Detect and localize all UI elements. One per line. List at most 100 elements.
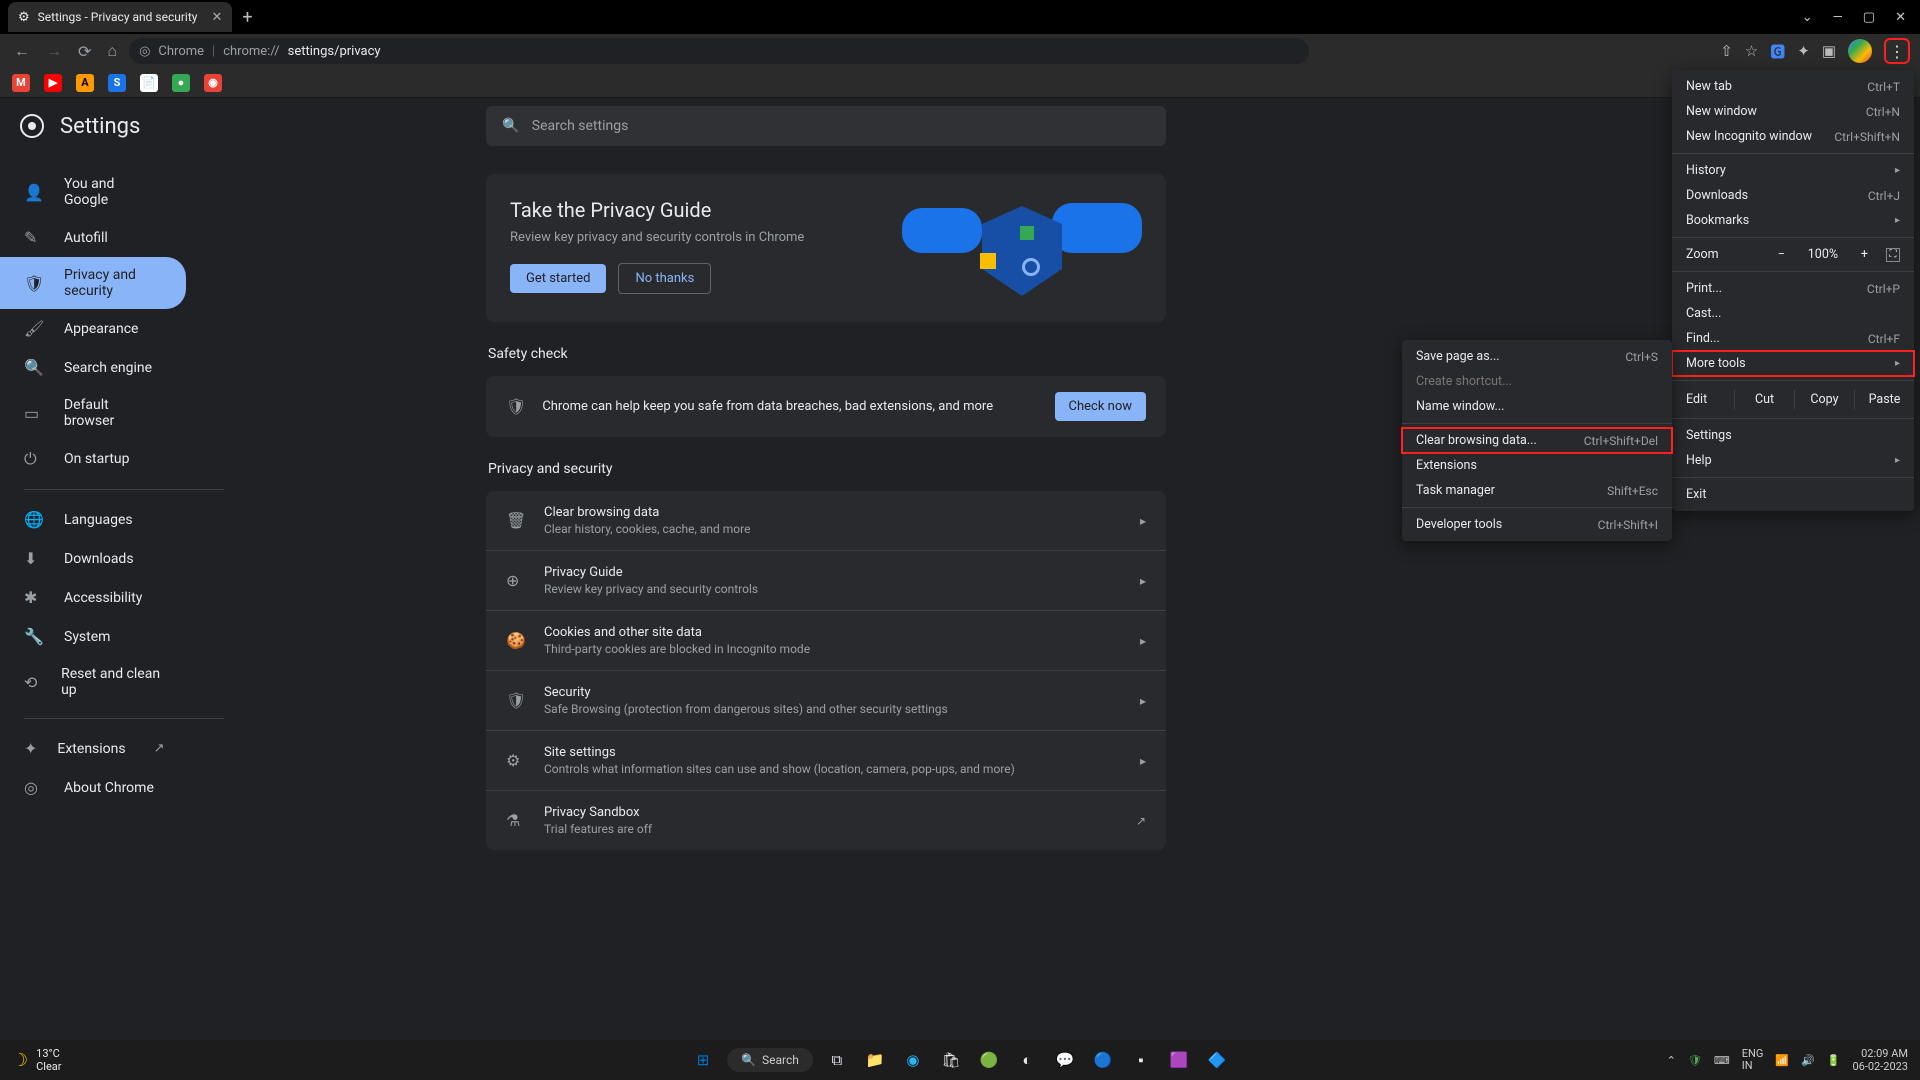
tab-close-icon[interactable]: ✕ [211,10,222,25]
tray-keyboard-icon[interactable]: ⌨ [1714,1054,1730,1067]
menu-settings[interactable]: Settings [1672,423,1914,448]
reload-icon[interactable]: ⟳ [74,42,95,61]
taskbar-app2-icon[interactable]: 🟪 [1165,1046,1193,1074]
menu-incognito[interactable]: New Incognito windowCtrl+Shift+N [1672,124,1914,149]
chrome-icon: ◎ [24,778,44,797]
address-bar[interactable]: ◎ Chrome | chrome://settings/privacy [129,38,1309,64]
bookmark-a-icon[interactable]: A [76,74,94,92]
taskbar-edge-icon[interactable]: ◉ [899,1046,927,1074]
sidebar-item-system[interactable]: 🔧System [0,617,186,656]
tray-wifi-icon[interactable]: 📶 [1775,1054,1789,1067]
menu-history[interactable]: History▸ [1672,158,1914,183]
start-button[interactable]: ⊞ [689,1046,717,1074]
extensions-icon[interactable]: ✦ [1797,42,1810,60]
translate-icon[interactable]: 🅶 [1770,41,1785,62]
taskbar-chrome-active-icon[interactable]: 🟢 [975,1046,1003,1074]
minimize-icon[interactable]: — [1833,10,1843,25]
taskbar-app3-icon[interactable]: 🔷 [1203,1046,1231,1074]
bookmark-shield-icon[interactable]: ◉ [204,74,222,92]
taskbar-whatsapp-icon[interactable]: 💬 [1051,1046,1079,1074]
taskbar-app-icon[interactable]: ◐ [1013,1046,1041,1074]
row-cookies[interactable]: 🍪 Cookies and other site dataThird-party… [486,611,1166,671]
submenu-clear-browsing-data[interactable]: Clear browsing data...Ctrl+Shift+Del [1402,428,1672,453]
submenu-save-page[interactable]: Save page as...Ctrl+S [1402,344,1672,369]
sidebar-item-autofill[interactable]: ✎Autofill [0,218,186,257]
menu-copy[interactable]: Copy [1794,390,1854,409]
menu-bookmarks[interactable]: Bookmarks▸ [1672,208,1914,233]
tray-volume-icon[interactable]: 🔊 [1801,1054,1815,1067]
star-icon[interactable]: ☆ [1745,42,1758,60]
back-icon[interactable]: ← [10,41,34,61]
zoom-out-button[interactable]: − [1770,247,1793,262]
sidebar-item-about[interactable]: ◎About Chrome [0,768,186,807]
share-icon[interactable]: ⇧ [1720,42,1733,60]
check-now-button[interactable]: Check now [1055,392,1147,421]
maximize-icon[interactable]: ▢ [1863,10,1875,25]
zoom-in-button[interactable]: + [1853,247,1876,262]
paint-icon: 🖌 [24,319,44,338]
submenu-extensions[interactable]: Extensions [1402,453,1672,478]
profile-avatar[interactable] [1848,39,1872,63]
tray-security-icon[interactable]: 🛡 [1688,1054,1702,1067]
taskbar-search[interactable]: 🔍Search [727,1048,813,1072]
get-started-button[interactable]: Get started [510,264,606,293]
menu-paste[interactable]: Paste [1854,390,1914,409]
sidebar-item-search-engine[interactable]: 🔍Search engine [0,348,186,387]
browser-tab[interactable]: ⚙ Settings - Privacy and security ✕ [8,2,232,32]
new-tab-button[interactable]: + [242,7,252,28]
sidebar-item-extensions[interactable]: ✦Extensions↗ [0,729,186,768]
bookmark-doc-icon[interactable]: 📄 [140,74,158,92]
bookmark-green-icon[interactable]: ● [172,74,190,92]
home-icon[interactable]: ⌂ [103,41,121,61]
menu-downloads[interactable]: DownloadsCtrl+J [1672,183,1914,208]
menu-help[interactable]: Help▸ [1672,448,1914,473]
taskbar-explorer-icon[interactable]: 📁 [861,1046,889,1074]
close-icon[interactable]: ✕ [1895,10,1906,25]
sidebar-item-accessibility[interactable]: ✱Accessibility [0,578,186,617]
bookmark-s-icon[interactable]: S [108,74,126,92]
menu-exit[interactable]: Exit [1672,482,1914,507]
taskbar-weather[interactable]: ☽ 13°CClear [12,1047,62,1073]
menu-print[interactable]: Print...Ctrl+P [1672,276,1914,301]
sidebar-item-default-browser[interactable]: ▭Default browser [0,387,186,439]
sidebar-item-appearance[interactable]: 🖌Appearance [0,309,186,348]
submenu-name-window[interactable]: Name window... [1402,394,1672,419]
sliders-icon: ⚙ [506,751,526,770]
no-thanks-button[interactable]: No thanks [618,263,711,294]
menu-new-window[interactable]: New windowCtrl+N [1672,99,1914,124]
taskbar-terminal-icon[interactable]: ▪ [1127,1046,1155,1074]
taskbar-store-icon[interactable]: 🛍 [937,1046,965,1074]
sidebar-item-languages[interactable]: 🌐Languages [0,500,186,539]
sidebar-item-on-startup[interactable]: ⏻On startup [0,439,186,479]
tray-language[interactable]: ENGIN [1742,1048,1764,1072]
sidebar-item-reset[interactable]: ⟲Reset and clean up [0,656,186,708]
fullscreen-icon[interactable]: ⛶ [1886,248,1900,262]
taskbar-chrome-icon[interactable]: 🔵 [1089,1046,1117,1074]
menu-cut[interactable]: Cut [1734,390,1794,409]
side-panel-icon[interactable]: ▣ [1822,42,1836,60]
search-settings-input[interactable]: 🔍 Search settings [486,106,1166,146]
submenu-developer-tools[interactable]: Developer toolsCtrl+Shift+I [1402,512,1672,537]
row-privacy-guide[interactable]: ⊕ Privacy GuideReview key privacy and se… [486,551,1166,611]
menu-find[interactable]: Find...Ctrl+F [1672,326,1914,351]
taskbar-taskview-icon[interactable]: ⧉ [823,1046,851,1074]
sidebar-item-privacy[interactable]: 🛡Privacy and security [0,257,186,309]
menu-new-tab[interactable]: New tabCtrl+T [1672,74,1914,99]
bookmark-youtube-icon[interactable]: ▶ [44,74,62,92]
chevron-down-icon[interactable]: ⌄ [1802,10,1813,25]
submenu-task-manager[interactable]: Task managerShift+Esc [1402,478,1672,503]
row-clear-browsing-data[interactable]: 🗑 Clear browsing dataClear history, cook… [486,491,1166,551]
shield-icon: 🛡 [24,274,44,293]
menu-cast[interactable]: Cast... [1672,301,1914,326]
bookmark-gmail-icon[interactable]: M [12,74,30,92]
menu-more-tools[interactable]: More tools▸ [1672,351,1914,376]
more-menu-button[interactable]: ⋮ [1884,38,1910,64]
row-site-settings[interactable]: ⚙ Site settingsControls what information… [486,731,1166,791]
sidebar-item-downloads[interactable]: ⬇Downloads [0,539,186,578]
row-security[interactable]: 🛡 SecuritySafe Browsing (protection from… [486,671,1166,731]
tray-battery-icon[interactable]: 🔋 [1827,1054,1841,1067]
sidebar-item-you-and-google[interactable]: 👤You and Google [0,166,186,218]
tray-chevron-icon[interactable]: ⌃ [1667,1054,1676,1067]
row-privacy-sandbox[interactable]: ⚗ Privacy SandboxTrial features are off … [486,791,1166,850]
tray-clock[interactable]: 02:09 AM06-02-2023 [1852,1047,1908,1073]
